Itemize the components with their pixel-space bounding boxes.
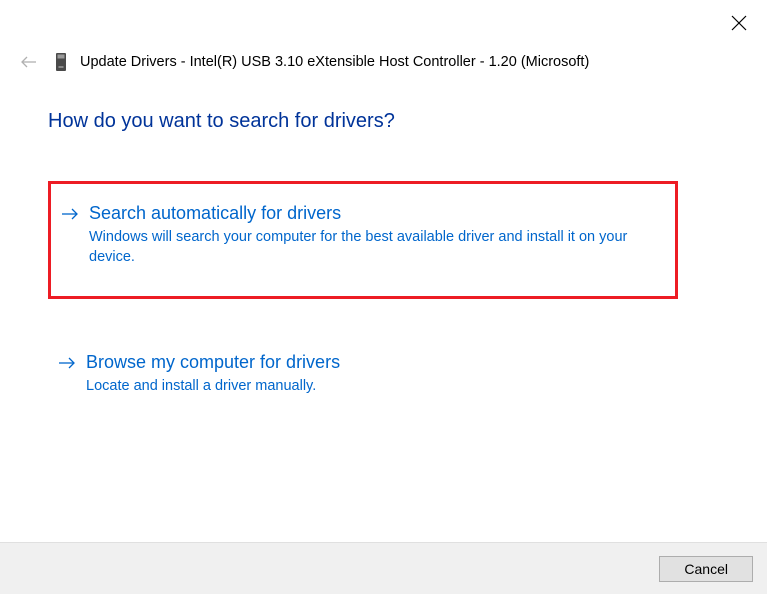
header: Update Drivers - Intel(R) USB 3.10 eXten… xyxy=(0,0,767,72)
option-text: Search automatically for drivers Windows… xyxy=(89,202,661,268)
option-browse-computer[interactable]: Browse my computer for drivers Locate an… xyxy=(48,339,678,411)
option-title: Search automatically for drivers xyxy=(89,202,661,225)
option-search-automatically[interactable]: Search automatically for drivers Windows… xyxy=(48,181,678,299)
arrow-right-icon xyxy=(58,356,76,374)
page-heading: How do you want to search for drivers? xyxy=(48,110,719,133)
device-icon xyxy=(54,52,68,72)
option-text: Browse my computer for drivers Locate an… xyxy=(86,351,664,397)
option-description: Windows will search your computer for th… xyxy=(89,228,661,267)
option-title: Browse my computer for drivers xyxy=(86,351,664,374)
close-icon xyxy=(731,15,747,31)
option-description: Locate and install a driver manually. xyxy=(86,377,664,397)
back-arrow-icon xyxy=(21,56,37,68)
cancel-button[interactable]: Cancel xyxy=(659,556,753,582)
footer: Cancel xyxy=(0,542,767,594)
arrow-right-icon xyxy=(61,207,79,225)
content-area: How do you want to search for drivers? S… xyxy=(0,72,767,410)
back-button[interactable] xyxy=(20,53,38,71)
window-title: Update Drivers - Intel(R) USB 3.10 eXten… xyxy=(80,54,589,70)
close-button[interactable] xyxy=(731,15,747,31)
